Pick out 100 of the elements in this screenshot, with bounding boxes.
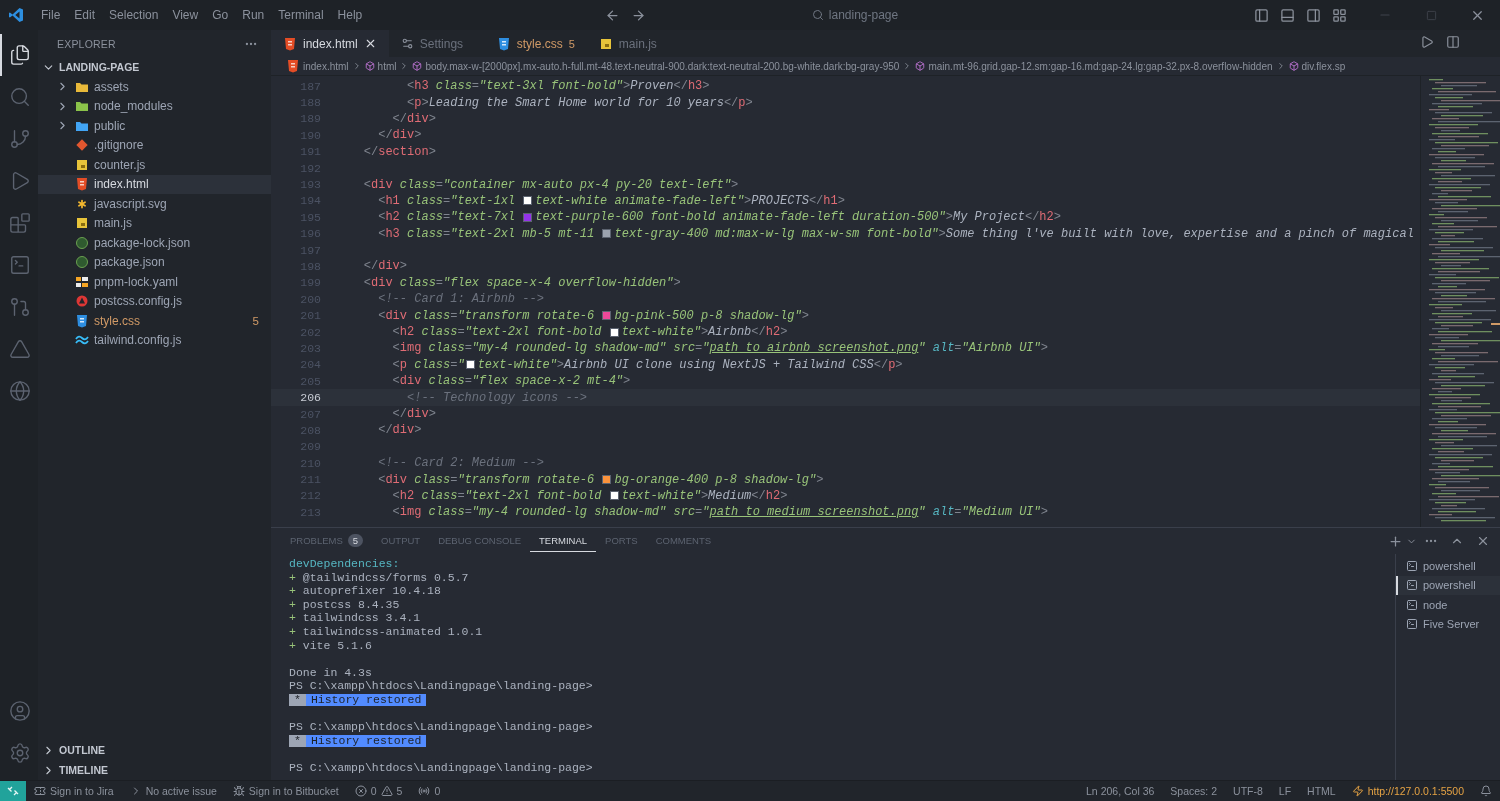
panel-tab[interactable]: TERMINAL bbox=[530, 530, 597, 552]
status-item[interactable]: Spaces: 2 bbox=[1162, 780, 1226, 801]
terminal-item[interactable]: powershell bbox=[1396, 556, 1500, 576]
code-text: <h2 class="text-2xl font-bold bbox=[391, 488, 603, 503]
menu-bar-entry[interactable]: File bbox=[34, 5, 68, 25]
problems-status[interactable]: 0 5 bbox=[346, 780, 411, 801]
error-icon bbox=[354, 785, 367, 797]
code-text: </section> bbox=[362, 144, 436, 159]
status-item[interactable]: LF bbox=[1270, 780, 1300, 801]
ticket-icon bbox=[34, 785, 46, 797]
terminal-line: Done in 4.3s bbox=[289, 665, 373, 680]
color-swatch[interactable] bbox=[602, 311, 612, 321]
status-item[interactable]: No active issue bbox=[121, 780, 225, 801]
error-count: 0 bbox=[370, 785, 377, 797]
blocks-icon bbox=[9, 212, 31, 234]
breadcrumb-item[interactable]: index.html bbox=[285, 59, 350, 73]
line-number: 206 bbox=[299, 391, 321, 405]
explorer-entry[interactable]: main.js bbox=[38, 213, 271, 233]
code-text: </div> bbox=[362, 259, 408, 274]
terminal-item[interactable]: powershell bbox=[1396, 575, 1500, 595]
color-swatch[interactable] bbox=[602, 475, 612, 485]
color-swatch[interactable] bbox=[523, 212, 533, 222]
explorer-entry[interactable]: pnpm-lock.yaml bbox=[38, 272, 271, 292]
menu-bar-entry[interactable]: View bbox=[165, 5, 206, 25]
breadcrumb-item[interactable]: body.max-w-[2000px].mx-auto.h-full.mt-48.text-neutral-900.dark:text-neutral-200.bg-white.dark:bg-gray-950 bbox=[411, 60, 901, 72]
code-text: text-white animate-fade-left">PROJECTS</h1> bbox=[535, 193, 845, 208]
color-swatch[interactable] bbox=[609, 327, 619, 337]
breadcrumb-item[interactable]: div.flex.sp bbox=[1287, 60, 1347, 72]
code-text: </div> bbox=[391, 407, 436, 421]
explorer-entry[interactable]: tailwind.config.js bbox=[38, 330, 271, 350]
grid-icon bbox=[1331, 7, 1347, 23]
menu-bar-entry[interactable]: Terminal bbox=[271, 5, 331, 25]
explorer-folder[interactable]: node_modules bbox=[38, 96, 271, 116]
triangle-icon bbox=[9, 338, 31, 360]
color-swatch[interactable] bbox=[523, 196, 533, 206]
editor-tab[interactable]: main.js bbox=[586, 30, 683, 57]
explorer-entry[interactable]: index.html bbox=[38, 174, 271, 194]
vscode-logo-icon bbox=[8, 7, 24, 23]
menu-bar-entry[interactable]: Selection bbox=[102, 5, 166, 25]
explorer-entry[interactable]: package.json bbox=[38, 252, 271, 272]
explorer-entry[interactable]: package-lock.json bbox=[38, 233, 271, 253]
code-text: text-white">Airbnb</h2> bbox=[621, 325, 788, 340]
breadcrumb-item[interactable]: main.mt-96.grid.gap-12.sm:gap-16.md:gap-24.lg:gap-32.px-8.overflow-hidden bbox=[914, 60, 1274, 72]
arrow-left-icon bbox=[605, 7, 621, 23]
explorer-entry[interactable]: counter.js bbox=[38, 155, 271, 175]
terminal-line: + @tailwindcss/forms 0.5.7 bbox=[289, 570, 470, 585]
status-item[interactable]: Sign in to Bitbucket bbox=[224, 780, 347, 801]
warning-icon bbox=[380, 785, 393, 797]
explorer-folder[interactable]: public bbox=[38, 116, 271, 136]
status-item[interactable]: Sign in to Jira bbox=[26, 780, 122, 801]
element-icon bbox=[364, 61, 375, 71]
css-file-icon bbox=[496, 36, 511, 51]
terminal-icon bbox=[1406, 618, 1418, 631]
explorer-entry[interactable]: javascript.svg bbox=[38, 194, 271, 214]
code-text: <p>Leading the Smart Home world for 10 years</p> bbox=[406, 95, 753, 110]
server-status[interactable]: http://127.0.0.1:5500 bbox=[1343, 780, 1472, 801]
code-text: <div class="flex space-x-4 overflow-hidden"> bbox=[362, 275, 681, 290]
section-header[interactable]: OUTLINE bbox=[38, 740, 271, 760]
js-file-icon bbox=[75, 216, 89, 231]
grid-icon bbox=[75, 274, 89, 289]
terminal-item[interactable]: node bbox=[1396, 595, 1500, 615]
command-center[interactable]: landing-page bbox=[801, 5, 909, 25]
explorer-entry[interactable]: postcss.config.js bbox=[38, 291, 271, 311]
terminal-item[interactable]: Five Server bbox=[1396, 614, 1500, 634]
menu-bar-entry[interactable]: Edit bbox=[67, 5, 103, 25]
folder-header[interactable]: LANDING-PAGE bbox=[38, 57, 271, 77]
menu-bar-entry[interactable]: Go bbox=[205, 5, 236, 25]
section-header[interactable]: TIMELINE bbox=[38, 760, 271, 780]
editor-tab[interactable]: Settings bbox=[388, 30, 485, 57]
terminal-line: PS C:\xampp\htdocs\Landingpage\landing-page> bbox=[289, 679, 594, 693]
breadcrumb-item[interactable]: html bbox=[363, 60, 398, 72]
status-item[interactable]: Ln 206, Col 36 bbox=[1078, 780, 1163, 801]
plus-icon bbox=[1387, 533, 1403, 549]
menu-bar-entry[interactable]: Help bbox=[330, 5, 370, 25]
color-swatch[interactable] bbox=[465, 360, 475, 370]
problem-count: 5 bbox=[252, 314, 259, 327]
editor-tab[interactable]: index.html bbox=[271, 30, 389, 57]
menu-bar-entry[interactable]: Run bbox=[235, 5, 272, 25]
panel-tab[interactable]: PROBLEMS 5 bbox=[281, 530, 373, 552]
explorer-entry[interactable]: style.css 5 bbox=[38, 311, 271, 331]
status-item[interactable]: UTF-8 bbox=[1225, 780, 1271, 801]
code-text: <p class=" bbox=[391, 357, 465, 372]
color-swatch[interactable] bbox=[602, 229, 612, 239]
explorer-entry[interactable]: .gitignore bbox=[38, 135, 271, 155]
terminal-icon bbox=[1406, 579, 1418, 592]
code-text: <h2 class="text-2xl font-bold bbox=[391, 325, 603, 340]
remote-button[interactable] bbox=[0, 780, 26, 801]
status-item[interactable]: 0 bbox=[410, 780, 449, 801]
code-text: <div class="transform rotate-6 bbox=[377, 308, 596, 323]
terminal-line: + tailwindcss-animated 1.0.1 bbox=[289, 624, 484, 639]
editor-tab[interactable]: style.css 5 bbox=[484, 30, 587, 57]
code-text: bg-orange-400 p-8 shadow-lg"> bbox=[614, 472, 824, 487]
color-swatch[interactable] bbox=[609, 491, 619, 501]
arrow-right-icon bbox=[631, 7, 647, 23]
status-item[interactable]: HTML bbox=[1299, 780, 1344, 801]
play-icon bbox=[1420, 35, 1434, 49]
code-text: text-purple-600 font-bold animate-fade-left duration-500">My Project</h2> bbox=[535, 210, 1061, 225]
split-icon bbox=[1446, 35, 1460, 49]
globe-icon bbox=[9, 380, 31, 402]
explorer-folder[interactable]: assets bbox=[38, 77, 271, 97]
